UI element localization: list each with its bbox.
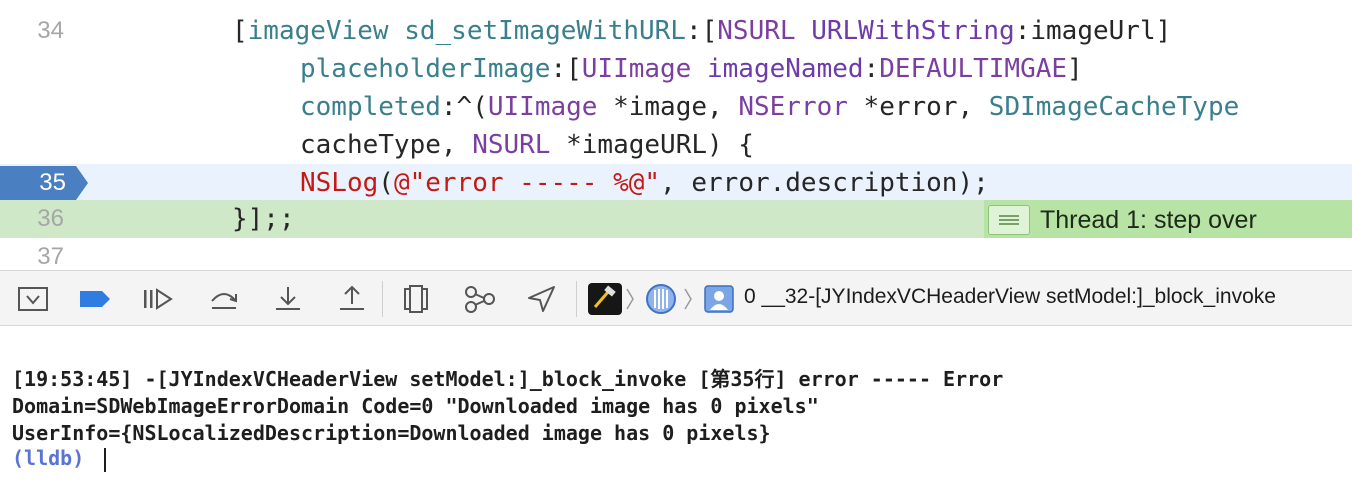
- code-text[interactable]: }];;: [232, 204, 295, 234]
- gutter[interactable]: 34: [0, 12, 84, 50]
- memory-graph-icon: [465, 286, 495, 313]
- gutter[interactable]: 36: [0, 200, 84, 238]
- stack-frame-label[interactable]: 0 __32-[JYIndexVCHeaderView setModel:]_b…: [744, 285, 1276, 309]
- app-icon: [588, 283, 622, 315]
- breadcrumb-frame[interactable]: [704, 283, 734, 315]
- code-token: [: [232, 16, 248, 46]
- toggle-breakpoints-button[interactable]: [78, 283, 114, 315]
- code-token: :^(: [440, 92, 488, 122]
- code-token: SDImageCacheType: [988, 92, 1240, 122]
- line-number: 36: [37, 205, 64, 232]
- breadcrumb-chevron: [624, 285, 636, 317]
- code-token: NSError: [738, 92, 848, 122]
- view-hierarchy-button[interactable]: [398, 283, 434, 315]
- gutter: 33: [0, 0, 84, 12]
- toolbar-divider: [576, 281, 577, 317]
- code-token: }];;: [232, 204, 295, 234]
- debug-bar: 0 __32-[JYIndexVCHeaderView setModel:]_b…: [0, 270, 1352, 326]
- chevron-right-icon: [684, 288, 692, 310]
- code-line-partial: 33: [0, 0, 1352, 12]
- step-into-icon: [276, 287, 300, 310]
- step-over-button[interactable]: [206, 283, 242, 315]
- code-token: placeholderImage: [300, 54, 551, 84]
- step-out-button[interactable]: [334, 283, 370, 315]
- view-hierarchy-icon: [404, 285, 428, 313]
- memory-graph-button[interactable]: [462, 283, 498, 315]
- code-line-continuation[interactable]: cacheType, NSURL *imageURL) {: [0, 126, 1352, 164]
- code-token: UIImage: [581, 54, 692, 84]
- continue-icon: [144, 288, 173, 310]
- line-number: 34: [37, 17, 64, 44]
- location-arrow-icon: [528, 286, 555, 312]
- code-token: imageView: [247, 16, 389, 46]
- code-token: completed: [300, 92, 441, 122]
- code-token: :imageUrl]: [1014, 16, 1172, 46]
- code-text[interactable]: completed:^(UIImage *image, NSError *err…: [300, 92, 1239, 122]
- code-token: NSURL: [472, 130, 551, 160]
- code-line-35[interactable]: 35 NSLog(@"error ----- %@", error.descri…: [0, 164, 1352, 202]
- gutter[interactable]: 37: [0, 238, 84, 270]
- chevron-right-icon: [626, 288, 634, 310]
- console-line: UserInfo={NSLocalizedDescription=Downloa…: [12, 421, 771, 445]
- code-token: imageNamed: [707, 54, 864, 84]
- code-line-34[interactable]: 34 [imageView sd_setImageWithURL:[NSURL …: [0, 12, 1352, 50]
- step-over-icon: [211, 293, 237, 309]
- code-line-36[interactable]: 36 }];; Thread 1: step over: [0, 200, 1352, 238]
- text-cursor: [104, 448, 106, 472]
- code-token: UIImage: [487, 92, 598, 122]
- code-text[interactable]: [imageView sd_setImageWithURL:[NSURL URL…: [232, 16, 1171, 46]
- code-line-continuation[interactable]: placeholderImage:[UIImage imageNamed:DEF…: [0, 50, 1352, 88]
- debug-area-toggle-icon: [18, 287, 48, 311]
- breadcrumb-thread[interactable]: [644, 283, 678, 315]
- code-token: cacheType,: [300, 130, 473, 160]
- console-output: [19:53:45] -[JYIndexVCHeaderView setMode…: [12, 366, 1003, 447]
- continue-button[interactable]: [140, 283, 176, 315]
- thread-status-text: Thread 1: step over: [1040, 206, 1257, 234]
- code-token: :: [863, 54, 880, 84]
- thread-status-badge[interactable]: Thread 1: step over: [984, 200, 1352, 238]
- code-token: *image,: [597, 92, 739, 122]
- code-line-37[interactable]: 37: [0, 238, 1352, 270]
- breakpoint-marker[interactable]: 35: [0, 166, 88, 200]
- simulate-location-button[interactable]: [524, 283, 560, 315]
- toolbar-divider: [382, 281, 383, 317]
- code-text[interactable]: NSLog(@"error ----- %@", error.descripti…: [300, 168, 989, 198]
- code-token: *imageURL) {: [550, 130, 754, 160]
- code-token: URLWithString: [811, 16, 1015, 46]
- code-token: sd_setImageWithURL: [404, 16, 686, 46]
- thread-list-icon: [988, 205, 1030, 235]
- code-text[interactable]: cacheType, NSURL *imageURL) {: [300, 130, 754, 160]
- code-token: :[: [550, 54, 582, 84]
- code-token: :[: [685, 16, 718, 46]
- debug-console[interactable]: [19:53:45] -[JYIndexVCHeaderView setMode…: [0, 326, 1352, 480]
- line-number: 37: [37, 243, 64, 270]
- code-token: NSURL: [717, 16, 796, 46]
- step-out-icon: [340, 285, 364, 310]
- user-frame-icon: [704, 285, 734, 313]
- console-line: [19:53:45] -[JYIndexVCHeaderView setMode…: [12, 367, 1004, 391]
- thread-icon: [646, 284, 676, 314]
- line-number: 33: [37, 0, 64, 6]
- lldb-prompt[interactable]: (lldb): [12, 445, 96, 472]
- code-token: ]: [1067, 54, 1083, 84]
- source-editor[interactable]: 33 34 [imageView sd_setImageWithURL:[NSU…: [0, 0, 1352, 270]
- console-line: Domain=SDWebImageErrorDomain Code=0 "Dow…: [12, 394, 819, 418]
- code-line-continuation[interactable]: completed:^(UIImage *image, NSError *err…: [0, 88, 1352, 126]
- step-into-button[interactable]: [270, 283, 306, 315]
- code-token: (: [378, 168, 394, 198]
- code-text[interactable]: placeholderImage:[UIImage imageNamed:DEF…: [300, 54, 1083, 84]
- breadcrumb-chevron: [682, 285, 694, 317]
- code-token: *error,: [847, 92, 989, 122]
- line-number: 35: [39, 169, 66, 196]
- hide-debug-area-button[interactable]: [16, 283, 52, 315]
- code-token: @"error ----- %@": [393, 168, 661, 198]
- code-token: , error.description);: [660, 168, 989, 198]
- breadcrumb-app[interactable]: [588, 283, 624, 315]
- code-token: DEFAULTIMGAE: [879, 54, 1068, 84]
- breakpoint-icon: [80, 291, 110, 307]
- code-token: NSLog: [300, 168, 379, 198]
